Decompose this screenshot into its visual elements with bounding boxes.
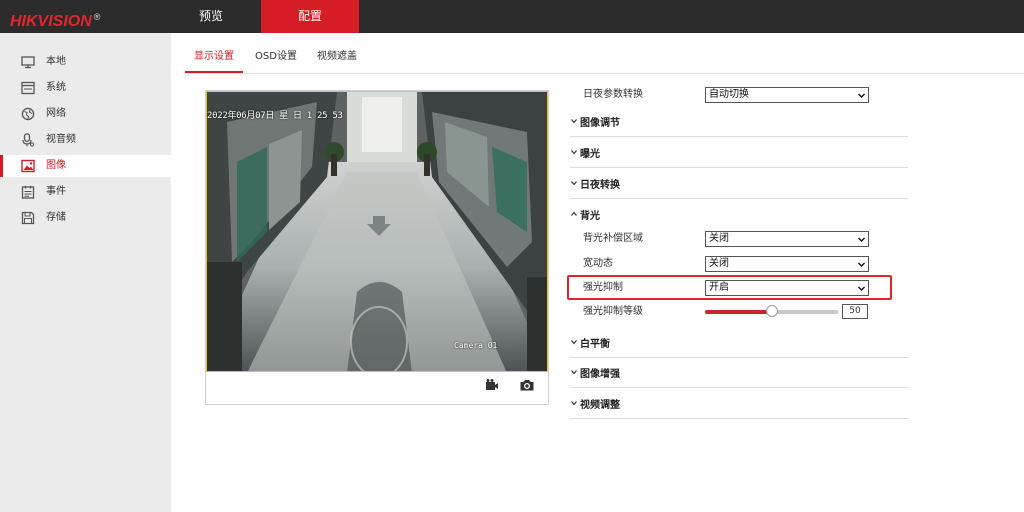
chevron-down-icon bbox=[571, 150, 577, 155]
sidebar-item-audio-video[interactable]: 视音频 bbox=[0, 129, 171, 151]
image-icon bbox=[21, 159, 35, 173]
sidebar-item-label: 视音频 bbox=[46, 134, 76, 145]
registered-mark: ® bbox=[93, 12, 101, 22]
osd-camera-name: Camera 01 bbox=[454, 341, 498, 350]
select-value: 关闭 bbox=[709, 258, 729, 269]
slider-thumb[interactable] bbox=[765, 305, 778, 317]
calendar-icon bbox=[21, 185, 35, 199]
chevron-down-icon bbox=[858, 93, 865, 98]
section-divider bbox=[570, 418, 908, 419]
select-value: 关闭 bbox=[709, 233, 729, 244]
sidebar-item-label: 系统 bbox=[46, 82, 66, 93]
sidebar-item-label: 图像 bbox=[46, 160, 66, 171]
section-divider bbox=[570, 136, 908, 137]
section-title: 背光 bbox=[580, 211, 600, 222]
hikvision-logo: HIKVISION ® bbox=[10, 7, 101, 30]
window-icon bbox=[21, 81, 35, 95]
camera-capture-icon[interactable] bbox=[519, 377, 535, 393]
hlc-level-slider[interactable] bbox=[705, 305, 838, 317]
sidebar-item-label: 存储 bbox=[46, 212, 66, 223]
monitor-icon bbox=[21, 56, 35, 69]
section-divider bbox=[570, 167, 908, 168]
section-backlight[interactable]: 背光 bbox=[570, 200, 908, 224]
logo-text: HIKVISION bbox=[10, 13, 92, 30]
section-title: 视频调整 bbox=[580, 400, 620, 411]
sidebar-item-image[interactable]: 图像 bbox=[0, 155, 171, 177]
section-title: 白平衡 bbox=[580, 339, 610, 350]
hlc-level-label: 强光抑制等级 bbox=[583, 306, 643, 317]
sidebar-item-label: 事件 bbox=[46, 186, 66, 197]
section-title: 曝光 bbox=[580, 149, 600, 160]
section-title: 图像调节 bbox=[580, 118, 620, 129]
section-image-enhance[interactable]: 图像增强 bbox=[570, 358, 908, 388]
tab-privacy-mask[interactable]: 视频遮盖 bbox=[310, 44, 364, 70]
sidebar-item-system[interactable]: 系统 bbox=[0, 77, 171, 99]
sidebar-item-local[interactable]: 本地 bbox=[0, 51, 171, 73]
section-divider bbox=[570, 387, 908, 388]
sidebar: 本地 系统 网络 视音频 图像 事件 存储 bbox=[0, 33, 171, 512]
video-record-icon[interactable] bbox=[483, 377, 499, 393]
chevron-down-icon bbox=[571, 401, 577, 406]
sidebar-item-network[interactable]: 网络 bbox=[0, 103, 171, 125]
section-image-adjust[interactable]: 图像调节 bbox=[570, 107, 908, 137]
wdr-select[interactable]: 关闭 bbox=[705, 256, 869, 272]
section-day-night[interactable]: 日夜转换 bbox=[570, 169, 908, 199]
chevron-down-icon bbox=[858, 262, 865, 267]
select-value: 自动切换 bbox=[709, 89, 749, 100]
tab-display-settings[interactable]: 显示设置 bbox=[185, 44, 243, 70]
sidebar-item-label: 本地 bbox=[46, 56, 66, 67]
blc-area-label: 背光补偿区域 bbox=[583, 233, 643, 244]
section-exposure[interactable]: 曝光 bbox=[570, 138, 908, 168]
nav-tab-preview[interactable]: 预览 bbox=[162, 0, 260, 33]
day-night-switch-label: 日夜参数转换 bbox=[583, 89, 643, 100]
tab-divider bbox=[185, 73, 1024, 74]
save-icon bbox=[21, 211, 35, 225]
globe-icon bbox=[21, 107, 35, 121]
section-video-adjust[interactable]: 视频调整 bbox=[570, 389, 908, 419]
hlc-level-value[interactable]: 50 bbox=[842, 304, 868, 319]
top-bar: HIKVISION ® 预览 配置 bbox=[0, 0, 1024, 33]
osd-timestamp: 2022年06月07日 星 日 1 25 53 bbox=[207, 111, 343, 121]
section-white-balance[interactable]: 白平衡 bbox=[570, 328, 908, 358]
sidebar-item-storage[interactable]: 存储 bbox=[0, 207, 171, 229]
nav-tab-config[interactable]: 配置 bbox=[261, 0, 359, 33]
corridor-scene bbox=[207, 92, 547, 371]
chevron-down-icon bbox=[571, 370, 577, 375]
chevron-up-icon bbox=[571, 211, 577, 216]
section-divider bbox=[570, 198, 908, 199]
slider-fill bbox=[705, 310, 772, 314]
section-title: 图像增强 bbox=[580, 369, 620, 380]
chevron-down-icon bbox=[571, 340, 577, 345]
chevron-down-icon bbox=[571, 119, 577, 124]
wdr-label: 宽动态 bbox=[583, 258, 613, 269]
sidebar-item-event[interactable]: 事件 bbox=[0, 181, 171, 203]
hlc-highlight-box bbox=[567, 275, 892, 300]
tab-osd-settings[interactable]: OSD设置 bbox=[250, 44, 302, 70]
day-night-switch-select[interactable]: 自动切换 bbox=[705, 87, 869, 103]
chevron-down-icon bbox=[571, 181, 577, 186]
sidebar-item-label: 网络 bbox=[46, 108, 66, 119]
blc-area-select[interactable]: 关闭 bbox=[705, 231, 869, 247]
chevron-down-icon bbox=[858, 237, 865, 242]
live-video[interactable]: 2022年06月07日 星 日 1 25 53 Camera 01 bbox=[206, 91, 548, 372]
section-title: 日夜转换 bbox=[580, 180, 620, 191]
microphone-icon bbox=[22, 133, 35, 147]
